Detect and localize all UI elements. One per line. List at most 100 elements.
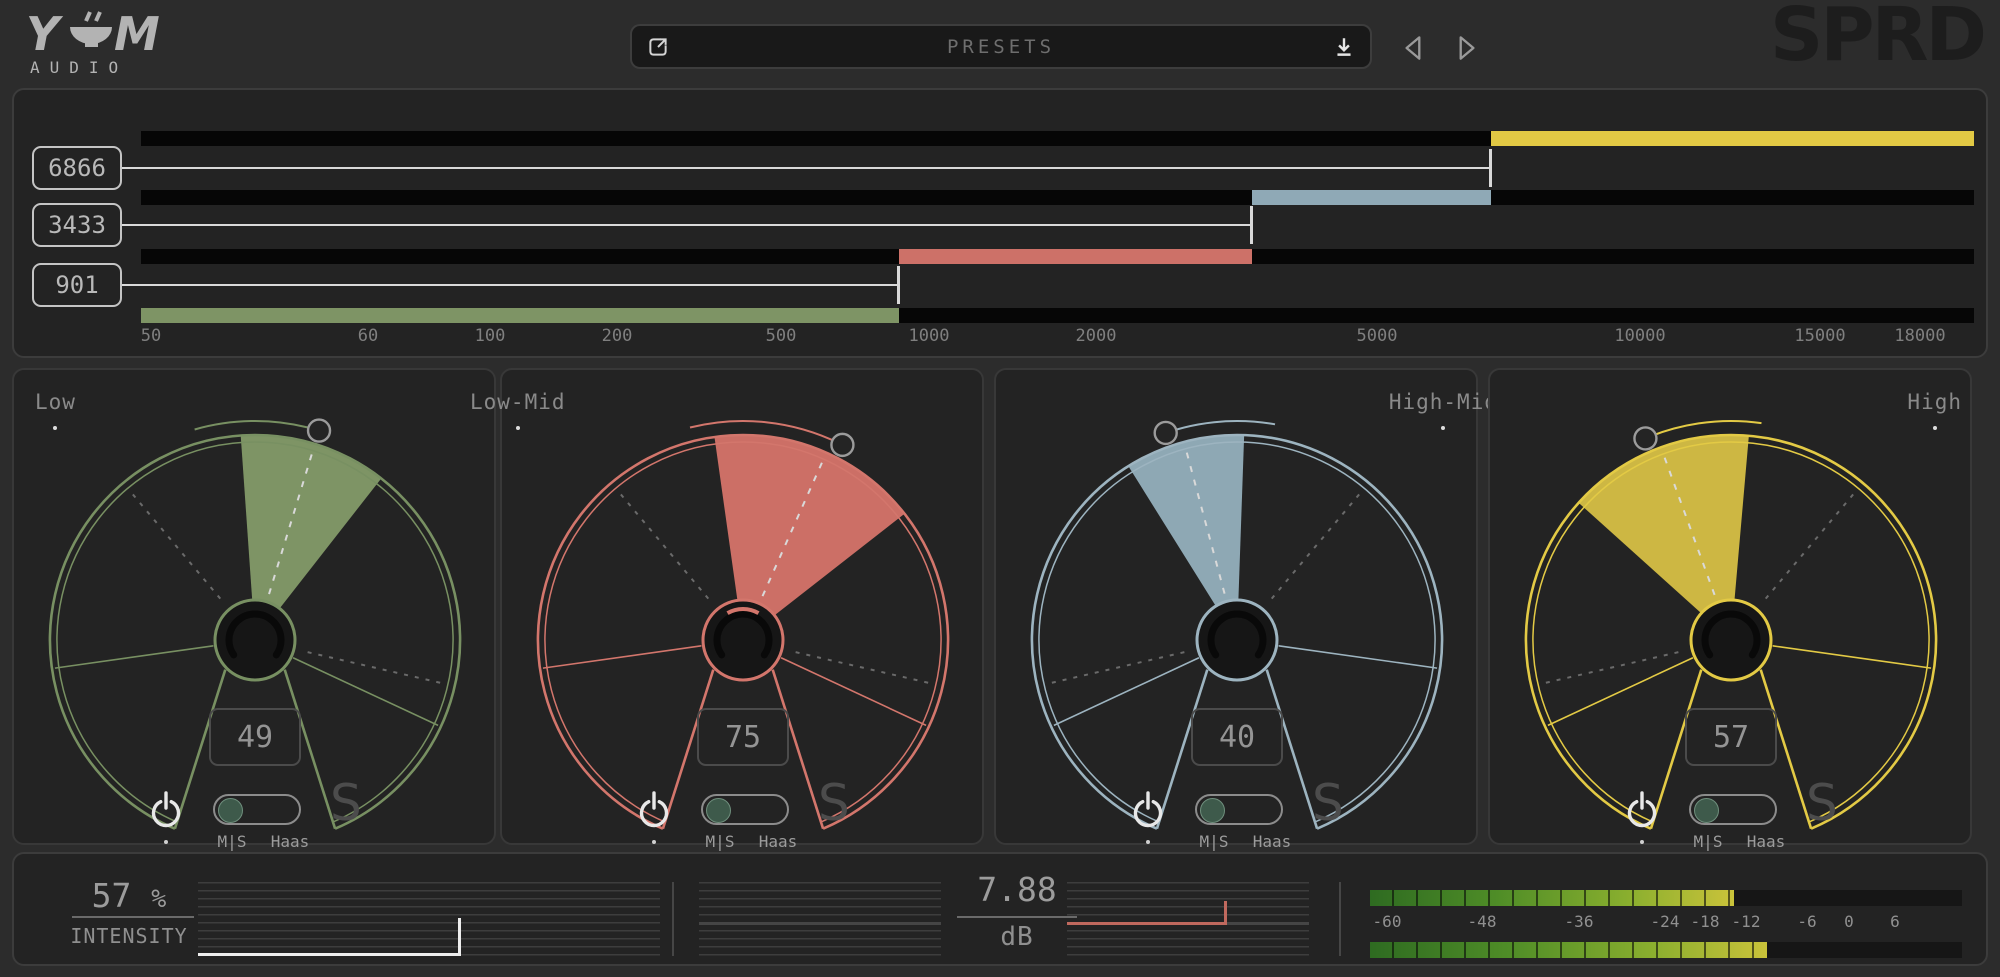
load-preset-icon[interactable] [1332, 35, 1356, 59]
brand-letter-y: Y [26, 10, 64, 61]
gain-slider-right[interactable] [1067, 882, 1309, 956]
meter-ticks [1370, 890, 1734, 906]
axis-tick-label: 5000 [1357, 326, 1398, 346]
brand-letter-m: M [114, 10, 160, 61]
intensity-slider[interactable] [198, 882, 660, 956]
brand-subtitle: AUDIO [30, 58, 128, 76]
solo-button[interactable]: S [330, 774, 362, 832]
band-dot [1933, 426, 1937, 430]
crossover-slider-high[interactable] [121, 167, 1491, 169]
toggle-knob[interactable] [1200, 798, 1225, 823]
band-label: Low-Mid [470, 390, 566, 414]
solo-button[interactable]: S [818, 774, 850, 832]
solo-button[interactable]: S [1312, 774, 1344, 832]
next-preset-button[interactable] [1448, 30, 1484, 66]
ms-haas-toggle[interactable] [1195, 794, 1283, 825]
ms-mode-label[interactable]: M|S [1190, 832, 1238, 851]
spread-value-high-mid[interactable]: 40 [1191, 708, 1283, 766]
crossover-slider-mid[interactable] [121, 224, 1252, 226]
export-preset-icon[interactable] [646, 35, 670, 59]
gauge-handle[interactable] [1155, 422, 1177, 444]
spread-value-low[interactable]: 49 [209, 708, 301, 766]
band-segment-low [141, 308, 899, 323]
band-power-button[interactable] [147, 788, 185, 844]
ms-haas-toggle[interactable] [701, 794, 789, 825]
crossover-value-low[interactable]: 901 [32, 263, 122, 307]
meter-scale-label: -60 [1373, 912, 1402, 931]
haas-mode-label[interactable]: Haas [260, 832, 320, 851]
axis-tick-label: 200 [602, 326, 633, 346]
band-label-wrap: Low-Mid [470, 390, 566, 430]
presets-label: PRESETS [947, 36, 1055, 58]
haas-mode-label[interactable]: Haas [748, 832, 808, 851]
solo-button[interactable]: S [1806, 774, 1838, 832]
power-icon [636, 788, 672, 830]
intensity-value: 57 % [54, 876, 204, 915]
band-bar-low-mid [141, 249, 1974, 264]
toggle-knob[interactable] [706, 798, 731, 823]
meter-level-right [1370, 942, 1767, 958]
crossover-handle[interactable] [897, 266, 900, 304]
meter-scale-label: -48 [1468, 912, 1497, 931]
presets-dropdown[interactable]: PRESETS [630, 24, 1372, 69]
gain-slider-left[interactable] [699, 882, 941, 956]
meter-scale-label: -18 [1691, 912, 1720, 931]
spread-gauge-low[interactable] [14, 370, 498, 847]
intensity-indicator-h [198, 953, 459, 956]
band-segment-high-mid [1252, 190, 1491, 205]
spread-gauge-high-mid[interactable] [996, 370, 1480, 847]
band-power-button[interactable] [1129, 788, 1167, 844]
axis-tick-label: 60 [358, 326, 378, 346]
crossover-handle[interactable] [1250, 206, 1253, 244]
previous-preset-button[interactable] [1396, 30, 1432, 66]
band-card-high-mid: High-Mid 40 M|S Haas S [994, 368, 1478, 845]
band-label-wrap: Low [35, 390, 76, 430]
band-dot [53, 426, 57, 430]
intensity-indicator-v[interactable] [458, 918, 461, 956]
toggle-knob[interactable] [1694, 798, 1719, 823]
band-power-button[interactable] [1623, 788, 1661, 844]
ms-haas-toggle[interactable] [1689, 794, 1777, 825]
gain-track-line [699, 922, 941, 925]
ms-mode-label[interactable]: M|S [1684, 832, 1732, 851]
band-bar-low [141, 308, 1974, 323]
gauge-handle[interactable] [831, 434, 853, 456]
band-label: High [1907, 390, 1962, 414]
crossover-value-high[interactable]: 6866 [32, 146, 122, 190]
ms-mode-label[interactable]: M|S [208, 832, 256, 851]
spread-value-low-mid[interactable]: 75 [697, 708, 789, 766]
meter-scale-label: -6 [1797, 912, 1816, 931]
spread-gauge-high[interactable] [1490, 370, 1974, 847]
gauge-handle[interactable] [1634, 427, 1656, 449]
band-segment-high [1491, 131, 1974, 146]
meter-level-left [1370, 890, 1734, 906]
intensity-number: 57 [92, 876, 132, 915]
spread-value-high[interactable]: 57 [1685, 708, 1777, 766]
gain-indicator-v[interactable] [1224, 901, 1227, 925]
footer-separator [1339, 882, 1341, 956]
footer-panel: 57 % INTENSITY 7.88 dB -60-48-36-24-18-1… [12, 852, 1988, 966]
axis-tick-label: 500 [766, 326, 797, 346]
crossover-value-mid[interactable]: 3433 [32, 203, 122, 247]
crossover-slider-low[interactable] [121, 284, 899, 286]
haas-mode-label[interactable]: Haas [1242, 832, 1302, 851]
meter-scale-label: -36 [1565, 912, 1594, 931]
band-bar-high [141, 131, 1974, 146]
band-bar-high-mid [141, 190, 1974, 205]
ms-mode-label[interactable]: M|S [696, 832, 744, 851]
bowl-icon [70, 27, 112, 44]
band-power-button[interactable] [635, 788, 673, 844]
band-segment-low-mid [899, 249, 1252, 264]
haas-mode-label[interactable]: Haas [1736, 832, 1796, 851]
band-card-high: High 57 M|S Haas S [1488, 368, 1972, 845]
sprd-app-logo: SPRD [1770, 0, 1984, 78]
spread-gauge-low-mid[interactable] [502, 370, 986, 847]
gauge-handle[interactable] [308, 420, 330, 442]
crossover-handle[interactable] [1489, 149, 1492, 187]
ms-haas-toggle[interactable] [213, 794, 301, 825]
toggle-knob[interactable] [218, 798, 243, 823]
axis-tick-label: 10000 [1614, 326, 1665, 346]
intensity-unit: % [151, 884, 166, 913]
axis-tick-label: 50 [141, 326, 161, 346]
band-dot [516, 426, 520, 430]
